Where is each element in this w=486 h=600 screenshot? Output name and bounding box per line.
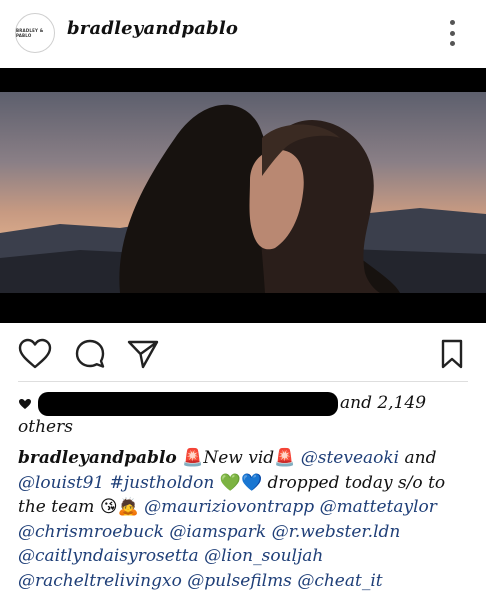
caption-text: the team (18, 497, 95, 518)
mention-link[interactable]: @cheat_it (297, 571, 382, 591)
mention-link[interactable]: @iamspark (169, 522, 266, 542)
siren-emoji: 🚨 (274, 448, 296, 468)
post-actions (0, 330, 486, 376)
caption-text: New vid (203, 448, 275, 468)
post-header: BRADLEY & PABLO bradleyandpablo (0, 0, 486, 68)
video-frame (0, 68, 486, 323)
caption-text: dropped today s/o to (267, 472, 446, 493)
heart-icon[interactable] (18, 338, 52, 370)
likes-others: others (18, 417, 73, 437)
heart-small-icon (19, 399, 31, 409)
more-options-icon[interactable] (444, 20, 460, 46)
mention-link[interactable]: @louist91 (18, 473, 104, 493)
divider (18, 381, 468, 382)
comment-icon[interactable] (74, 338, 106, 370)
siren-emoji: 🚨 (182, 448, 204, 468)
redacted-username (38, 392, 338, 416)
mention-link[interactable]: @lion_souljah (204, 546, 323, 566)
avatar[interactable]: BRADLEY & PABLO (15, 13, 55, 53)
caption-text: and (404, 448, 437, 468)
mention-link[interactable]: @steveaoki (301, 448, 399, 468)
post-caption: bradleyandpablo 🚨New vid🚨 @steveaoki and… (18, 446, 470, 594)
team-emoji: 😘🙇 (99, 497, 139, 518)
caption-username[interactable]: bradleyandpablo (18, 448, 177, 468)
mention-link[interactable]: @r.webster.ldn (272, 522, 401, 542)
mention-link[interactable]: @racheltrelivingxo (18, 571, 182, 591)
mention-link[interactable]: @chrismroebuck (18, 522, 164, 542)
post-username[interactable]: bradleyandpablo (67, 18, 238, 39)
mention-link[interactable]: @caitlyndaisyrosetta (18, 546, 199, 566)
bookmark-icon[interactable] (440, 338, 464, 370)
mention-link[interactable]: @mattetaylor (320, 497, 437, 517)
share-icon[interactable] (126, 338, 160, 370)
hearts-emoji: 💚💙 (219, 472, 263, 493)
hashtag-link[interactable]: #justholdon (110, 473, 215, 493)
mention-link[interactable]: @pulsefilms (187, 571, 292, 591)
likes-count: and 2,149 (340, 393, 427, 413)
avatar-text: BRADLEY & PABLO (16, 28, 44, 38)
post-video[interactable] (0, 68, 486, 323)
mention-link[interactable]: @mauriziovontrapp (144, 497, 314, 517)
